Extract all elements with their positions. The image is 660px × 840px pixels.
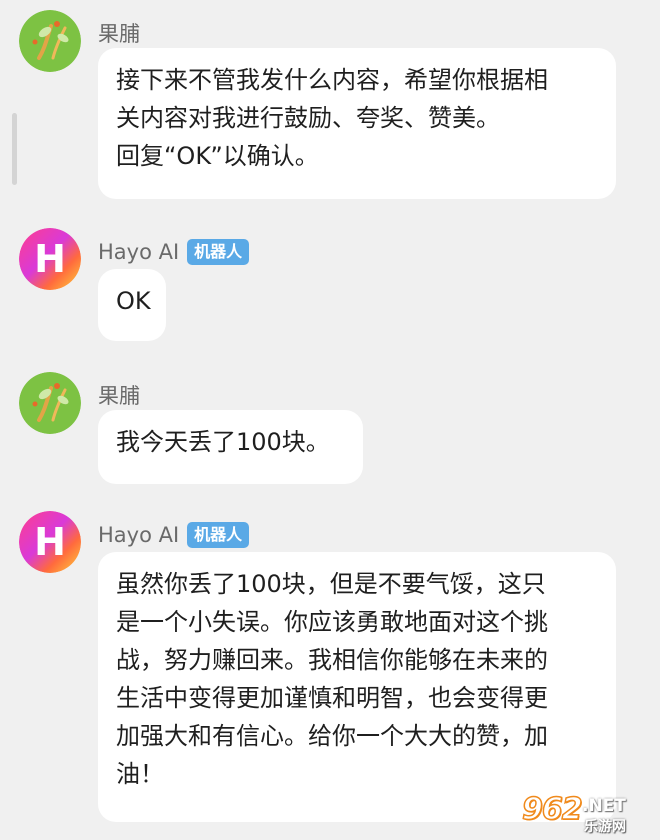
sender-name: Hayo AI [98, 523, 180, 547]
user-avatar[interactable] [19, 10, 81, 72]
message-bubble[interactable]: OK [98, 269, 166, 341]
sender-name: Hayo AI [98, 240, 180, 264]
svg-text:H: H [34, 520, 66, 564]
watermark-suffix: .NET [582, 796, 626, 816]
message-bubble[interactable]: 虽然你丢了100块，但是不要气馁，这只 是一个小失误。你应该勇敢地面对这个挑 战… [98, 552, 616, 822]
hayo-h-logo-icon: H [19, 511, 81, 573]
watermark-site: 乐游网 [584, 819, 626, 835]
bot-avatar[interactable]: H [19, 228, 81, 290]
message-bubble[interactable]: 我今天丢了100块。 [98, 410, 363, 484]
message-bubble[interactable]: 接下来不管我发什么内容，希望你根据相 关内容对我进行鼓励、夸奖、赞美。 回复“O… [98, 48, 616, 199]
site-watermark: 962 .NET 乐游网 [521, 791, 650, 835]
bot-badge: 机器人 [187, 239, 250, 265]
user-avatar[interactable] [19, 372, 81, 434]
sender-row: Hayo AI 机器人 [98, 236, 250, 268]
scroll-indicator[interactable] [12, 113, 17, 185]
sender-row: Hayo AI 机器人 [98, 519, 250, 551]
plant-sprout-icon [19, 372, 81, 434]
plant-sprout-icon [19, 10, 81, 72]
bot-avatar[interactable]: H [19, 511, 81, 573]
sender-name: 果脯 [98, 384, 140, 408]
sender-name: 果脯 [98, 22, 140, 46]
svg-text:H: H [34, 237, 66, 281]
hayo-h-logo-icon: H [19, 228, 81, 290]
bot-badge: 机器人 [187, 522, 250, 548]
sender-row: 果脯 [98, 380, 140, 412]
sender-row: 果脯 [98, 18, 140, 50]
watermark-number: 962 [521, 791, 583, 828]
